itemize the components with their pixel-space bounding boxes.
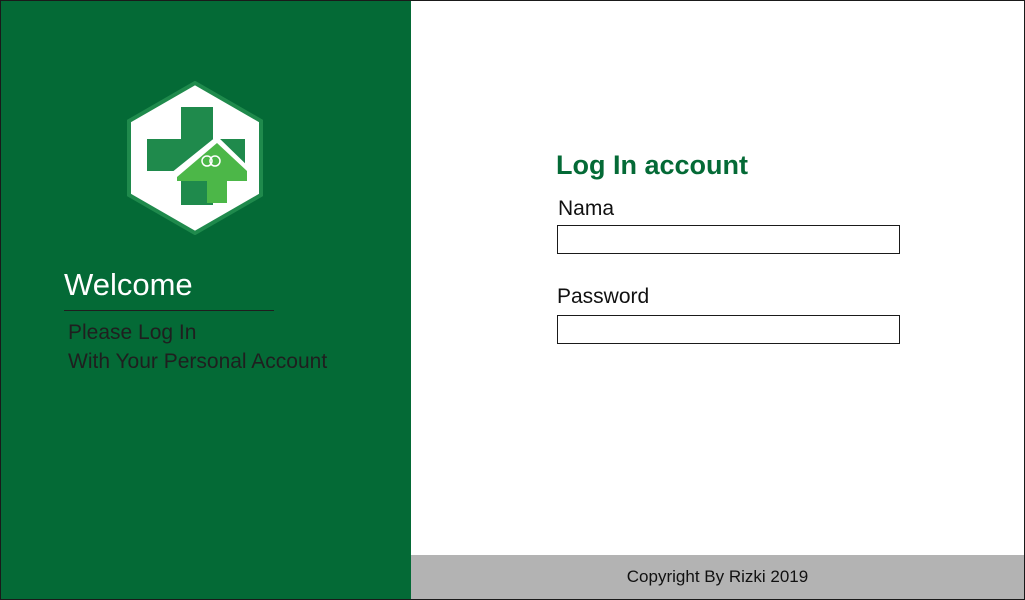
welcome-panel: Welcome Please Log In With Your Personal… (1, 1, 411, 599)
welcome-title: Welcome (64, 267, 193, 302)
nama-input[interactable] (557, 225, 900, 254)
health-cross-house-logo (127, 81, 263, 235)
nama-label: Nama (558, 197, 615, 220)
copyright-text: Copyright By Rizki 2019 (626, 567, 809, 586)
password-input[interactable] (557, 315, 900, 344)
welcome-subtitle-line1: Please Log In (68, 321, 197, 344)
login-page: Welcome Please Log In With Your Personal… (0, 0, 1025, 600)
login-form-title: Log In account (556, 150, 748, 180)
welcome-subtitle-line2: With Your Personal Account (68, 350, 328, 373)
login-form-panel: Log In account Nama Password (411, 1, 1024, 555)
password-label: Password (557, 285, 650, 308)
welcome-divider (64, 310, 274, 311)
footer-bar: Copyright By Rizki 2019 (411, 555, 1024, 599)
